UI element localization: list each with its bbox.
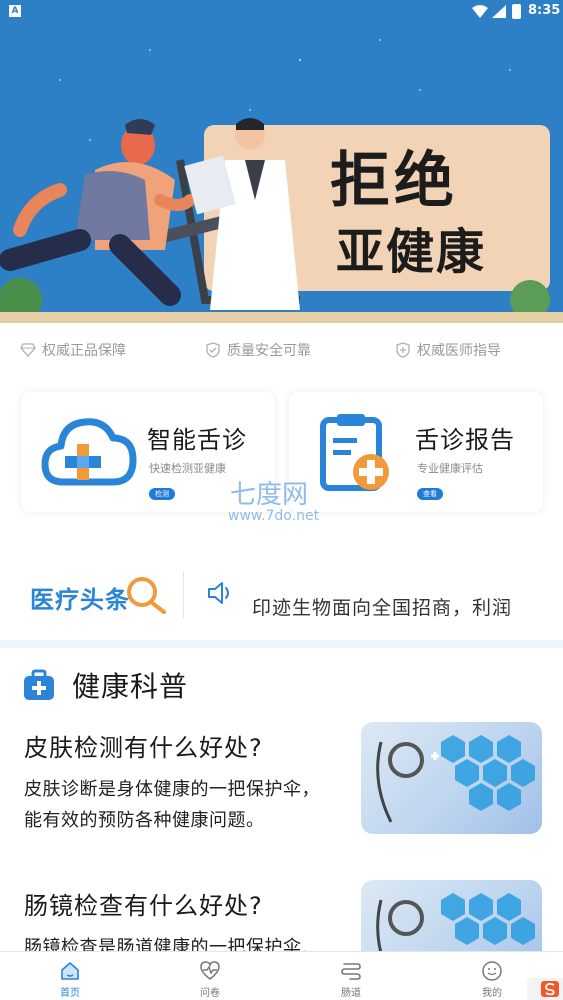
app-notification-icon: A xyxy=(9,5,21,17)
diamond-icon xyxy=(20,343,36,357)
feature-title: 智能舌诊 xyxy=(147,426,247,454)
guarantee-label: 质量安全可靠 xyxy=(227,343,311,359)
smiley-icon xyxy=(482,961,502,981)
sogou-logo-icon xyxy=(541,981,559,997)
guarantee-label: 权威正品保障 xyxy=(42,343,126,359)
divider xyxy=(183,572,184,618)
guarantee-label: 权威医师指导 xyxy=(417,343,501,359)
wifi-icon xyxy=(472,5,488,18)
nav-intestine[interactable]: 肠道 xyxy=(311,952,391,1000)
article-title: 皮肤检测有什么好处? xyxy=(24,734,263,762)
nav-label: 首页 xyxy=(60,988,80,999)
article-thumbnail xyxy=(361,722,542,834)
shield-plus-icon xyxy=(396,342,410,358)
nav-home[interactable]: 首页 xyxy=(30,952,110,1000)
nav-questionnaire[interactable]: 问卷 xyxy=(170,952,250,1000)
feature-title: 舌诊报告 xyxy=(415,426,515,454)
intestine-icon xyxy=(341,963,361,980)
watermark-url: www.7do.net xyxy=(228,508,320,524)
medical-kit-icon xyxy=(24,669,54,700)
signal-icon xyxy=(492,5,506,18)
article-description: 皮肤诊断是身体健康的一把保护伞，能有效的预防各种健康问题。 xyxy=(24,779,320,831)
feature-card-report[interactable]: 舌诊报告 专业健康评估 查看 xyxy=(289,392,543,512)
clipboard-plus-icon xyxy=(320,414,389,491)
watermark-title: 七度网 xyxy=(230,480,309,510)
nav-profile[interactable]: 我的 xyxy=(452,952,532,1000)
article-item[interactable]: 皮肤检测有什么好处? 皮肤诊断是身体健康的一把保护伞，能有效的预防各种健康问题。 xyxy=(0,722,563,862)
section-header: 健康科普 xyxy=(22,665,188,705)
news-ticker[interactable]: 医疗头条 印迹生物面向全国招商，利润 xyxy=(0,560,563,630)
feature-subtitle: 快速检测亚健康 xyxy=(149,462,226,475)
nav-label: 问卷 xyxy=(200,988,220,999)
nav-label: 肠道 xyxy=(341,988,361,999)
status-bar: A 8:35 xyxy=(0,0,563,24)
hero-banner[interactable]: 拒绝 亚健康 A 8:35 xyxy=(0,0,563,323)
nav-label: 我的 xyxy=(482,988,502,999)
medical-hexagon-image xyxy=(376,735,535,823)
guarantee-doctor: 权威医师指导 xyxy=(395,340,501,360)
logo-text: 医疗头条 xyxy=(30,586,130,614)
home-icon xyxy=(61,962,79,980)
feature-badge[interactable]: 查看 xyxy=(417,488,443,500)
status-time: 8:35 xyxy=(528,3,561,18)
banner-title-line2: 亚健康 xyxy=(336,224,487,280)
medical-headlines-logo: 医疗头条 xyxy=(30,574,170,614)
overlay-logo xyxy=(527,978,563,1000)
feature-badge[interactable]: 检测 xyxy=(149,488,175,500)
heartbeat-icon xyxy=(200,961,220,980)
cloud-plus-icon xyxy=(41,418,137,486)
section-divider xyxy=(0,640,563,648)
guarantee-row: 权威正品保障 质量安全可靠 权威医师指导 xyxy=(0,336,563,366)
section-title: 健康科普 xyxy=(72,670,189,703)
speaker-icon xyxy=(208,582,229,604)
guarantee-authentic: 权威正品保障 xyxy=(20,340,126,360)
shield-check-icon xyxy=(206,342,220,358)
home-screen: 拒绝 亚健康 A 8:35 权威正品保障 质量安全可靠 权威医师指导 智能舌诊 … xyxy=(0,0,563,1000)
battery-icon xyxy=(512,4,521,19)
bottom-navigation: 首页 问卷 肠道 我的 xyxy=(0,951,563,1000)
guarantee-quality: 质量安全可靠 xyxy=(205,340,311,360)
article-title: 肠镜检查有什么好处? xyxy=(24,892,263,920)
banner-title-line1: 拒绝 xyxy=(330,146,458,216)
feature-subtitle: 专业健康评估 xyxy=(417,462,483,475)
ticker-headline[interactable]: 印迹生物面向全国招商，利润 xyxy=(252,593,542,623)
